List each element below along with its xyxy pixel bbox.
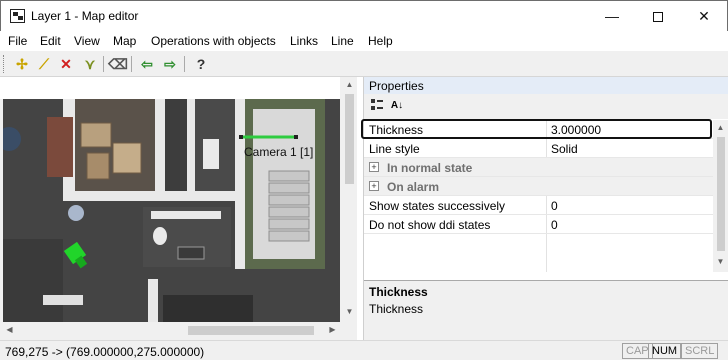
- app-icon: [10, 9, 25, 23]
- add-point-icon: ✢: [16, 56, 28, 72]
- property-group-on-alarm[interactable]: + On alarm: [364, 177, 713, 196]
- property-name: Thickness: [369, 123, 424, 137]
- vertex-edit-button[interactable]: ⋎: [80, 54, 100, 74]
- cursor-coordinates: 769,275 -> (769.000000,275.000000): [5, 345, 205, 359]
- close-icon: ✕: [698, 8, 710, 24]
- property-group-label: In normal state: [387, 161, 473, 175]
- menu-map[interactable]: Map: [113, 34, 136, 48]
- scroll-right-icon[interactable]: ▶: [325, 325, 340, 334]
- property-row-show-states-successively[interactable]: Show states successively 0: [364, 196, 713, 215]
- undo-icon: ⇦: [141, 56, 153, 72]
- add-point-button[interactable]: ✢: [12, 54, 32, 74]
- menu-bar: File Edit View Map Operations with objec…: [0, 31, 728, 51]
- close-button[interactable]: ✕: [681, 1, 727, 31]
- minimize-icon: —: [605, 8, 619, 24]
- scroll-up-icon[interactable]: ▲: [713, 123, 728, 132]
- menu-file[interactable]: File: [8, 34, 27, 48]
- scroll-up-icon[interactable]: ▲: [342, 80, 357, 89]
- toolbar: ✢ ⟋ ✕ ⋎ ⌫ ⇦ ⇨ ?: [0, 51, 728, 77]
- toolbar-separator: [131, 56, 132, 72]
- toolbar-separator: [184, 56, 185, 72]
- maximize-button[interactable]: [635, 1, 681, 31]
- menu-help[interactable]: Help: [368, 34, 393, 48]
- delete-icon: ✕: [60, 56, 72, 72]
- categorized-icon: [371, 99, 383, 110]
- property-grid-scrollbar[interactable]: ▲ ▼: [713, 120, 728, 272]
- toolbar-separator: [103, 56, 104, 72]
- property-row-do-not-show-ddi-states[interactable]: Do not show ddi states 0: [364, 215, 713, 234]
- properties-toolbar: A↓: [364, 94, 728, 119]
- minimize-button[interactable]: —: [589, 1, 635, 31]
- map-vertical-scrollbar[interactable]: ▲ ▼: [342, 77, 357, 322]
- window-title: Layer 1 - Map editor: [31, 9, 139, 23]
- property-description-pane: Thickness Thickness: [364, 280, 728, 340]
- draw-line-button[interactable]: ⟋: [34, 54, 54, 74]
- undo-button[interactable]: ⇦: [137, 54, 157, 74]
- property-name: Do not show ddi states: [369, 218, 491, 232]
- description-title: Thickness: [369, 285, 428, 299]
- properties-panel: Properties A↓ Thickness 3.000000 Line st…: [361, 77, 728, 340]
- property-name: Line style: [369, 142, 420, 156]
- alphabetical-view-button[interactable]: A↓: [389, 98, 405, 114]
- property-grid: Thickness 3.000000 Line style Solid + In…: [361, 119, 713, 272]
- property-value-input[interactable]: 0: [551, 199, 558, 213]
- menu-line[interactable]: Line: [331, 34, 354, 48]
- property-value-input[interactable]: 0: [551, 218, 558, 232]
- selected-line[interactable]: [239, 135, 298, 139]
- categorized-view-button[interactable]: [369, 98, 385, 114]
- draw-line-icon: ⟋: [39, 56, 49, 72]
- toolbar-grip[interactable]: [3, 55, 6, 73]
- scroll-lock-indicator: SCRL: [681, 343, 719, 359]
- menu-edit[interactable]: Edit: [40, 34, 61, 48]
- scroll-down-icon[interactable]: ▼: [713, 257, 728, 266]
- help-icon: ?: [196, 56, 206, 72]
- redo-button[interactable]: ⇨: [160, 54, 180, 74]
- property-value-input[interactable]: 3.000000: [551, 123, 601, 137]
- vertex-edit-icon: ⋎: [84, 56, 96, 72]
- maximize-icon: [653, 12, 663, 23]
- menu-view[interactable]: View: [74, 34, 100, 48]
- property-row-line-style[interactable]: Line style Solid: [364, 139, 713, 158]
- floor-plan-map[interactable]: Camera 1 [1]: [3, 99, 340, 322]
- map-margin: [0, 77, 340, 99]
- expand-icon[interactable]: +: [369, 162, 379, 172]
- scroll-down-icon[interactable]: ▼: [342, 307, 357, 316]
- property-group-in-normal-state[interactable]: + In normal state: [364, 158, 713, 177]
- map-vertical-scroll-thumb[interactable]: [345, 94, 354, 184]
- map-horizontal-scroll-thumb[interactable]: [188, 326, 314, 335]
- eraser-button[interactable]: ⌫: [108, 54, 128, 74]
- delete-button[interactable]: ✕: [56, 54, 76, 74]
- redo-icon: ⇨: [164, 56, 176, 72]
- properties-title: Properties: [369, 79, 424, 93]
- menu-operations-with-objects[interactable]: Operations with objects: [151, 34, 276, 48]
- expand-icon[interactable]: +: [369, 181, 379, 191]
- property-group-label: On alarm: [387, 180, 440, 194]
- scroll-left-icon[interactable]: ◀: [2, 325, 17, 334]
- title-bar: Layer 1 - Map editor — ✕: [0, 0, 728, 31]
- help-button[interactable]: ?: [191, 54, 211, 74]
- description-text: Thickness: [369, 302, 424, 316]
- property-name: Show states successively: [369, 199, 506, 213]
- map-view[interactable]: Camera 1 [1] ▲ ▼ ◀ ▶: [0, 77, 357, 340]
- num-lock-indicator: NUM: [648, 343, 682, 359]
- property-row-thickness[interactable]: Thickness 3.000000: [361, 119, 713, 139]
- eraser-icon: ⌫: [108, 56, 128, 72]
- status-bar: 769,275 -> (769.000000,275.000000) CAP N…: [0, 340, 728, 360]
- sort-az-icon: A↓: [390, 100, 404, 111]
- property-grid-scroll-thumb[interactable]: [717, 137, 725, 251]
- menu-links[interactable]: Links: [290, 34, 318, 48]
- properties-header: Properties: [364, 77, 728, 94]
- camera-label: Camera 1 [1]: [244, 145, 313, 159]
- property-value-select[interactable]: Solid: [551, 142, 578, 156]
- map-horizontal-scrollbar[interactable]: ◀ ▶: [0, 322, 342, 338]
